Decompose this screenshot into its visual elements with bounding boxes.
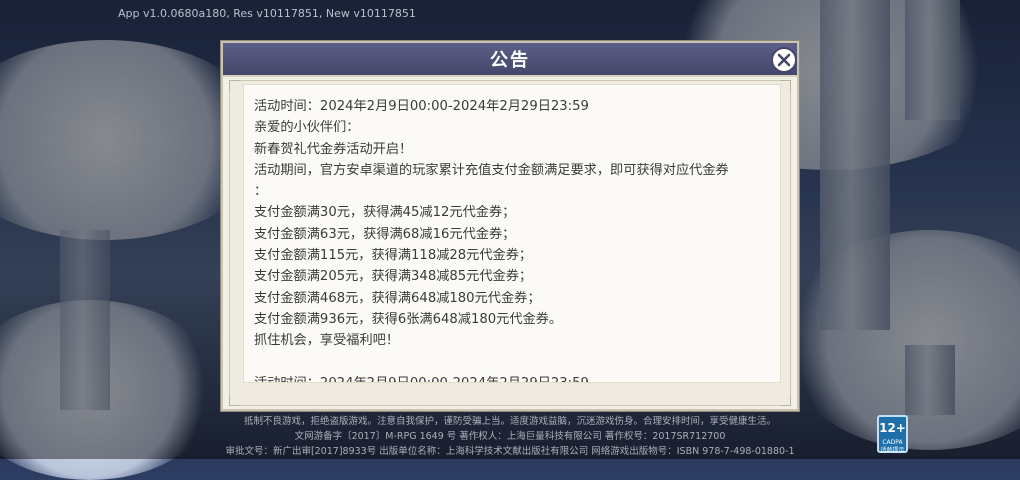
notice-content-scroll[interactable]: 活动时间：2024年2月9日00:00-2024年2月29日23:59 亲爱的小… <box>243 84 781 383</box>
close-button[interactable] <box>771 47 797 73</box>
notice-line: 支付金额满205元，获得满348减85元代金券； <box>254 269 533 285</box>
notice-line: 亲爱的小伙伴们： <box>254 120 360 136</box>
notice-line: 抓住机会，享受福利吧！ <box>254 333 400 349</box>
age-rating-sublabel: CADPA 适龄提示 <box>880 439 905 454</box>
notice-line: 支付金额满936元，获得6张满648减180元代金券。 <box>254 311 563 327</box>
app-version-text: App v1.0.0680a180, Res v10117851, New v1… <box>118 7 416 20</box>
health-notice: 抵制不良游戏，拒绝盗版游戏。注意自我保护，谨防受骗上当。适度游戏益脑，沉迷游戏伤… <box>243 416 776 427</box>
notice-dialog: 公告 活动时间：2024年2月9日00:00-2024年2月29日23:59 亲… <box>221 41 799 411</box>
age-rating-label: 12+ <box>879 421 906 435</box>
approval-line: 审批文号：新广出审[2017]8933号 出版单位名称：上海科学技术文献出版社有… <box>225 446 795 457</box>
notice-line: 支付金额满63元，获得满68减16元代金券； <box>254 226 516 242</box>
notice-line: 活动期间，官方安卓渠道的玩家累计充值支付金额满足要求，即可获得对应代金券 <box>254 162 729 178</box>
notice-line <box>254 352 774 373</box>
dialog-title: 公告 <box>490 50 530 71</box>
dialog-header: 公告 <box>223 43 797 77</box>
notice-text-body: 活动时间：2024年2月9日00:00-2024年2月29日23:59 亲爱的小… <box>254 96 774 382</box>
close-x-icon <box>777 53 791 67</box>
license-line: 文网游备字〔2017〕M-RPG 1649 号 著作权人：上海巨量科技有限公司 … <box>294 431 726 442</box>
age-rating-badge: 12+ CADPA 适龄提示 <box>877 415 908 454</box>
notice-line: 新春贺礼代金券活动开启！ <box>254 141 413 157</box>
footer-compliance: 抵制不良游戏，拒绝盗版游戏。注意自我保护，谨防受骗上当。适度游戏益脑，沉迷游戏伤… <box>0 414 1020 459</box>
notice-line: 支付金额满30元，获得满45减12元代金券； <box>254 205 516 221</box>
notice-line: 活动时间：2024年2月9日00:00-2024年2月29日23:59 <box>254 99 589 114</box>
notice-line: ： <box>254 184 268 200</box>
notice-line: 活动时间：2024年2月9日00:00-2024年2月29日23:59 <box>254 373 774 382</box>
notice-line: 支付金额满115元，获得满118减28元代金券； <box>254 248 533 264</box>
notice-line: 支付金额满468元，获得满648减180元代金券； <box>254 290 541 306</box>
